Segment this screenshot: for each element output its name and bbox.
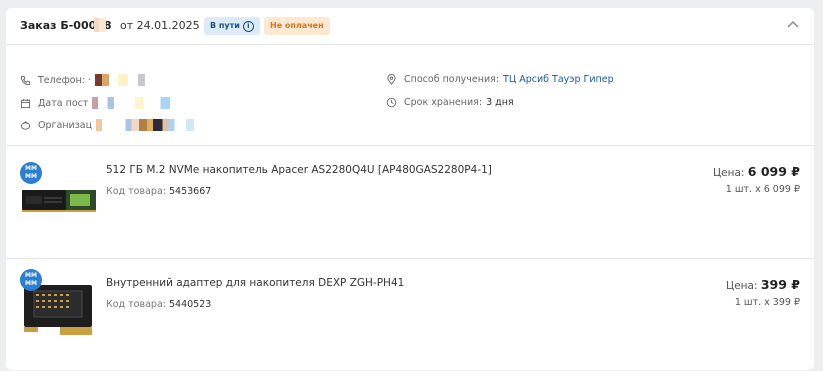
price-value: 6 099 ₽: [747, 164, 800, 179]
sku-value: 5440523: [169, 299, 212, 310]
product-price: Цена: 6 099 ₽: [713, 164, 800, 179]
order-date: от 24.01.2025: [120, 19, 200, 32]
megamarket-badge-icon: ММ ММ: [20, 269, 42, 291]
storage-row: Срок хранения: 3 дня: [386, 97, 514, 108]
phone-icon: [20, 75, 31, 85]
redaction-mask: [92, 97, 171, 109]
date-label: Дата пост: [38, 97, 89, 109]
order-card: Заказ Б-00048 от 24.01.2025 В пути i Не …: [6, 8, 814, 370]
product-quantity: 1 шт. x 399 ₽: [734, 297, 800, 308]
redaction-mask: [94, 74, 153, 86]
delivery-point-link[interactable]: ТЦ Арсиб Тауэр Гипер: [503, 74, 614, 85]
organization-row: Организац: [20, 119, 195, 131]
product-sku: Код товара: 5453667: [106, 186, 211, 197]
phone-row: Телефон: ·: [20, 74, 153, 86]
sku-label: Код товара:: [106, 299, 166, 310]
price-value: 399 ₽: [760, 277, 800, 292]
payment-badge-label: Не оплачен: [270, 21, 324, 30]
phone-label: Телефон: ·: [38, 74, 91, 86]
product-price: Цена: 399 ₽: [726, 277, 800, 292]
payment-badge: Не оплачен: [264, 17, 330, 35]
order-item: ММ ММ 512 ГБ M.2 NVMe накопитель Apacer …: [6, 146, 814, 259]
organization-icon: [20, 120, 31, 130]
delivery-label: Способ получения:: [404, 74, 500, 85]
storage-label: Срок хранения:: [404, 97, 483, 108]
storage-value: 3 дня: [486, 97, 514, 108]
megamarket-badge-icon: ММ ММ: [20, 162, 42, 184]
product-quantity: 1 шт. x 6 099 ₽: [725, 184, 800, 195]
status-badge[interactable]: В пути i: [204, 17, 260, 35]
order-header[interactable]: Заказ Б-00048 от 24.01.2025 В пути i Не …: [6, 8, 814, 45]
product-name[interactable]: 512 ГБ M.2 NVMe накопитель Apacer AS2280…: [106, 164, 492, 176]
clock-icon: [386, 97, 397, 108]
organization-label: Организац: [38, 119, 93, 131]
price-label: Цена:: [713, 167, 745, 179]
status-badge-label: В пути: [210, 21, 240, 30]
sku-label: Код товара:: [106, 186, 166, 197]
calendar-icon: [20, 98, 31, 108]
redaction-mask: [94, 18, 106, 32]
location-pin-icon: [387, 74, 396, 85]
sku-value: 5453667: [169, 186, 212, 197]
date-row: Дата пост: [20, 97, 171, 109]
info-icon[interactable]: i: [242, 20, 254, 32]
product-sku: Код товара: 5440523: [106, 299, 211, 310]
order-info: Телефон: · Дата пост Организац Способ по…: [6, 45, 814, 146]
delivery-row: Способ получения: ТЦ Арсиб Тауэр Гипер: [386, 74, 614, 85]
chevron-up-icon[interactable]: [786, 18, 800, 32]
product-name[interactable]: Внутренний адаптер для накопителя DEXP Z…: [106, 277, 404, 289]
redaction-mask: [96, 119, 195, 131]
order-item: ММ ММ Внутренний адаптер для накопителя …: [6, 259, 814, 371]
price-label: Цена:: [726, 280, 758, 292]
